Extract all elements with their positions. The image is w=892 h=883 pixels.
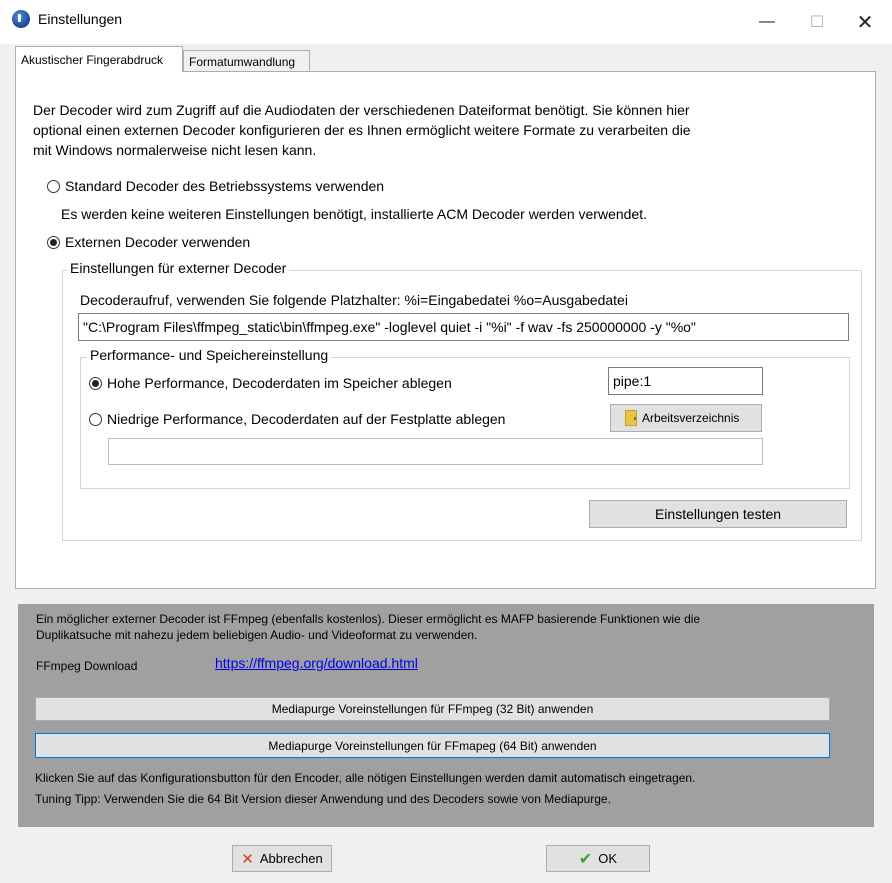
radio-standard-decoder[interactable]	[47, 180, 60, 193]
tab-akustischer-fingerabdruck[interactable]: Akustischer Fingerabdruck	[15, 46, 183, 72]
hint-line-2: Tuning Tipp: Verwenden Sie die 64 Bit Ve…	[35, 792, 611, 806]
download-label: FFmpeg Download	[36, 659, 138, 673]
pipe-input[interactable]: pipe:1	[608, 367, 763, 395]
radio-high-performance[interactable]	[89, 377, 102, 390]
checkmark-icon: ✔	[578, 850, 593, 868]
standard-note: Es werden keine weiteren Einstellungen b…	[61, 206, 647, 222]
workdir-button-label: Arbeitsverzeichnis	[642, 411, 740, 425]
radio-external-decoder[interactable]	[47, 236, 60, 249]
intro-line-2: optional einen externen Decoder konfigur…	[33, 122, 691, 138]
workdir-input[interactable]	[108, 438, 763, 465]
maximize-button[interactable]: ☐	[794, 8, 840, 36]
performance-group-title: Performance- und Speichereinstellung	[87, 347, 332, 363]
info-line-2: Duplikatsuche mit nahezu jedem beliebige…	[36, 628, 478, 642]
info-line-1: Ein möglicher externer Decoder ist FFmpe…	[36, 612, 701, 626]
minimize-button[interactable]: —	[744, 8, 790, 36]
decoder-call-label: Decoderaufruf, verwenden Sie folgende Pl…	[80, 292, 628, 308]
radio-low-label[interactable]: Niedrige Performance, Decoderdaten auf d…	[107, 409, 505, 429]
window-title: Einstellungen	[38, 11, 123, 27]
tab-label: Formatumwandlung	[189, 54, 296, 69]
ok-button[interactable]: ✔ OK	[546, 845, 650, 872]
tab-label: Akustischer Fingerabdruck	[21, 52, 164, 67]
cancel-icon: ✕	[241, 850, 254, 868]
test-settings-button[interactable]: Einstellungen testen	[589, 500, 847, 528]
radio-low-performance[interactable]	[89, 413, 102, 426]
tab-formatumwandlung[interactable]: Formatumwandlung	[183, 50, 310, 72]
external-group-title: Einstellungen für externer Decoder	[67, 260, 290, 276]
preset-64bit-button[interactable]: Mediapurge Voreinstellungen für FFmapeg …	[35, 733, 830, 758]
close-button[interactable]: ✕	[842, 8, 888, 36]
intro-line-3: mit Windows normalerweise nicht lesen ka…	[33, 142, 317, 158]
intro-line-1: Der Decoder wird zum Zugriff auf die Aud…	[33, 102, 690, 118]
preset-32bit-button[interactable]: Mediapurge Voreinstellungen für FFmpeg (…	[35, 697, 830, 721]
cancel-button-label: Abbrechen	[259, 851, 323, 866]
app-icon	[12, 10, 30, 28]
radio-external-label[interactable]: Externen Decoder verwenden	[65, 232, 250, 252]
download-link[interactable]: https://ffmpeg.org/download.html	[215, 655, 418, 671]
ok-button-label: OK	[598, 851, 618, 866]
workdir-button[interactable]: Arbeitsverzeichnis	[610, 404, 762, 432]
hint-line-1: Klicken Sie auf das Konfigurationsbutton…	[35, 771, 696, 785]
decoder-command-input[interactable]: "C:\Program Files\ffmpeg_static\bin\ffmp…	[78, 313, 849, 341]
radio-standard-label[interactable]: Standard Decoder des Betriebssystems ver…	[65, 176, 384, 196]
folder-icon	[625, 410, 637, 426]
radio-high-label[interactable]: Hohe Performance, Decoderdaten im Speich…	[107, 373, 452, 393]
cancel-button[interactable]: ✕ Abbrechen	[232, 845, 332, 872]
